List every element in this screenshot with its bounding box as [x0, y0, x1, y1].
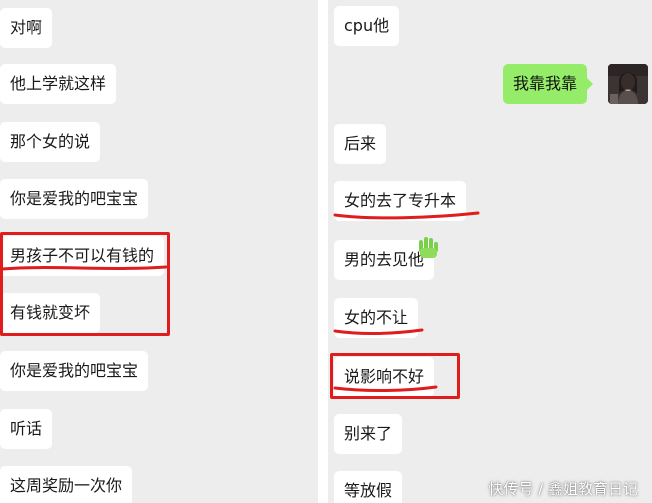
- right-message-2[interactable]: 后来: [334, 124, 387, 164]
- right-message-1[interactable]: cpu他: [334, 6, 400, 46]
- left-message-2[interactable]: 他上学就这样: [0, 64, 117, 104]
- right-message-8[interactable]: 等放假: [334, 471, 403, 503]
- red-highlight-box: [0, 232, 170, 336]
- left-message-8[interactable]: 听话: [0, 409, 53, 449]
- watermark-text: 快传号 / 鑫姐教育日记: [488, 480, 638, 498]
- red-underline-annotation: [333, 328, 424, 336]
- red-highlight-box: [330, 353, 460, 399]
- right-message-7[interactable]: 别来了: [334, 414, 403, 454]
- right-message-sent[interactable]: 我靠我靠: [503, 64, 594, 104]
- left-message-1[interactable]: 对啊: [0, 8, 53, 48]
- left-message-4[interactable]: 你是爱我的吧宝宝: [0, 179, 149, 219]
- right-chat-panel: cpu他 我靠我靠 后来 女的去了专升本 男的去见他 女的不让 说影响不好 别来…: [328, 0, 652, 503]
- green-hand-emoji-icon: [419, 237, 438, 258]
- right-message-4-wrapper: 男的去见他: [334, 237, 438, 280]
- left-message-7[interactable]: 你是爱我的吧宝宝: [0, 351, 149, 391]
- left-message-3[interactable]: 那个女的说: [0, 122, 101, 162]
- avatar[interactable]: [608, 64, 648, 104]
- left-chat-panel: 对啊 他上学就这样 那个女的说 你是爱我的吧宝宝 男孩子不可以有钱的 有钱就变坏…: [0, 0, 318, 503]
- screenshot-stage: 对啊 他上学就这样 那个女的说 你是爱我的吧宝宝 男孩子不可以有钱的 有钱就变坏…: [0, 0, 652, 503]
- red-underline-annotation: [333, 211, 480, 220]
- profile-photo-avatar-icon: [608, 64, 648, 104]
- left-message-9[interactable]: 这周奖励一次你: [0, 466, 133, 503]
